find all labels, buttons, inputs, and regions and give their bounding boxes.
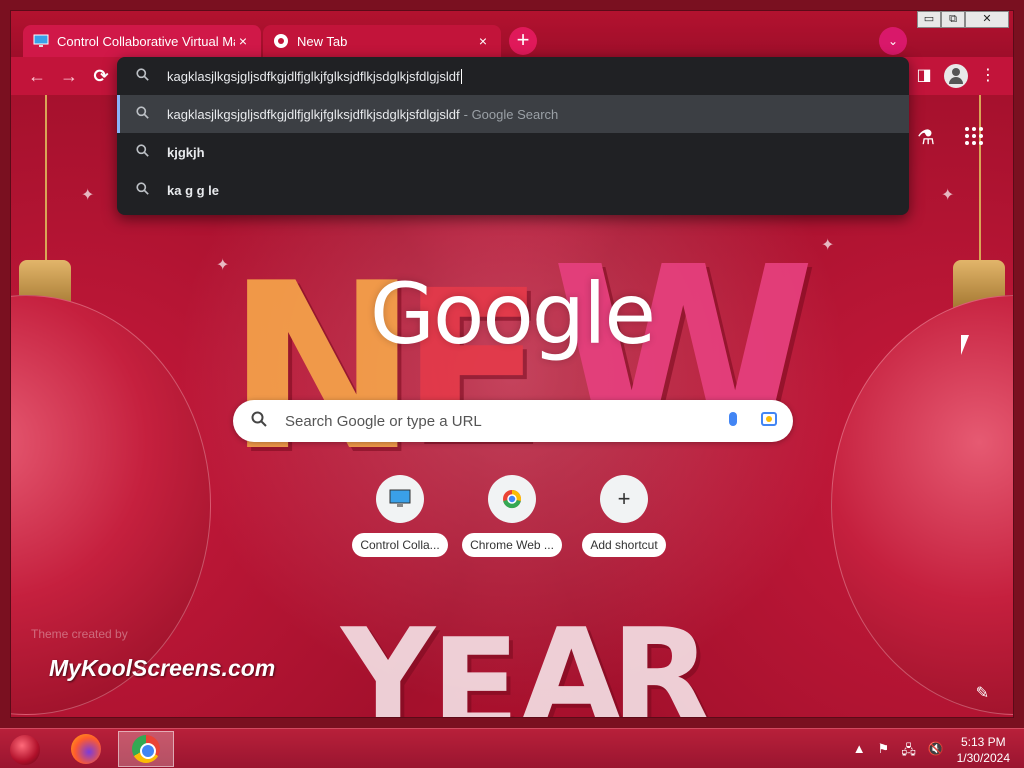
- theme-letter: R: [611, 600, 712, 717]
- close-tab-icon[interactable]: ×: [235, 33, 251, 49]
- suggestion-text: kagklasjlkgsjgljsdfkgjdlfjglkjfglksjdflk…: [167, 106, 460, 122]
- profile-avatar-icon[interactable]: [944, 64, 968, 88]
- google-logo: Google: [369, 265, 656, 363]
- shortcut-label: Control Colla...: [352, 533, 448, 557]
- suggestion-text: ka g g le: [167, 182, 220, 198]
- forward-button[interactable]: →: [57, 64, 81, 88]
- suggestion-row[interactable]: ka g g le: [117, 171, 909, 209]
- suggestion-row[interactable]: kjgkjh: [117, 133, 909, 171]
- ntp-search-box[interactable]: Search Google or type a URL: [233, 400, 793, 442]
- search-placeholder: Search Google or type a URL: [285, 412, 482, 430]
- monitor-icon: [33, 33, 49, 49]
- browser-window: Control Collaborative Virtual Ma × New T…: [10, 10, 1014, 718]
- text-caret: [460, 68, 462, 84]
- network-icon[interactable]: 🖧: [901, 741, 916, 763]
- reload-button[interactable]: ⟳: [89, 64, 113, 88]
- voice-search-icon[interactable]: [715, 411, 751, 431]
- shortcut-add[interactable]: + Add shortcut: [569, 475, 679, 562]
- theme-site-link[interactable]: MyKoolScreens.com: [49, 655, 275, 682]
- ornament-string: [45, 95, 47, 265]
- shortcut-control-collaborative[interactable]: Control Colla...: [345, 475, 455, 562]
- start-button[interactable]: [10, 735, 40, 765]
- maximize-button[interactable]: ⧉: [941, 11, 965, 28]
- close-window-button[interactable]: ✕: [965, 11, 1009, 28]
- window-controls: ▭ ⧉ ✕: [917, 11, 1009, 28]
- system-tray: ▲ ⚑ 🖧 🔇: [853, 741, 944, 763]
- tab-control-collaborative[interactable]: Control Collaborative Virtual Ma ×: [23, 25, 261, 57]
- taskbar-firefox[interactable]: [58, 731, 114, 767]
- system-clock[interactable]: 5:13 PM 1/30/2024: [957, 734, 1010, 766]
- clock-date: 1/30/2024: [956, 751, 1010, 765]
- tab-strip: Control Collaborative Virtual Ma × New T…: [11, 11, 1013, 57]
- action-center-flag-icon[interactable]: ⚑: [878, 741, 890, 763]
- taskbar-chrome[interactable]: [118, 731, 174, 767]
- labs-flask-icon[interactable]: ⚗: [917, 125, 935, 150]
- side-panel-icon[interactable]: ◨: [912, 64, 936, 88]
- search-icon: [117, 68, 167, 84]
- mouse-cursor-icon: [961, 335, 969, 355]
- shortcut-label: Chrome Web ...: [462, 533, 562, 557]
- chrome-icon: [273, 33, 289, 49]
- theme-credit: Theme created by: [31, 627, 128, 641]
- suggestion-text: kjgkjh: [167, 144, 205, 160]
- omnibox-text: kagklasjlkgsjgljsdfkgjdlfjglkjfglksjdflk…: [167, 68, 460, 84]
- sparkle-icon: ✦: [81, 187, 95, 204]
- shortcut-chrome-web-store[interactable]: Chrome Web ...: [457, 475, 567, 562]
- chrome-icon: [132, 735, 160, 763]
- omnibox-input[interactable]: kagklasjlkgsjgljsdfkgjdlfjglkjfglksjdflk…: [117, 57, 909, 95]
- search-icon: [233, 411, 285, 432]
- tab-label: New Tab: [297, 33, 348, 49]
- tab-label: Control Collaborative Virtual Ma: [57, 33, 235, 49]
- omnibox-dropdown: kagklasjlkgsjgljsdfkgjdlfjglkjfglksjdflk…: [117, 57, 909, 215]
- chrome-menu-icon[interactable]: ⋮: [976, 64, 1000, 88]
- back-button[interactable]: ←: [25, 64, 49, 88]
- sparkle-icon: ✦: [821, 237, 835, 254]
- customize-pencil-icon[interactable]: ✎: [976, 683, 989, 703]
- search-icon: [117, 144, 167, 160]
- chrome-web-store-icon: [488, 475, 536, 523]
- theme-letter: E: [431, 610, 520, 717]
- show-hidden-icons-icon[interactable]: ▲: [853, 741, 866, 763]
- new-tab-button[interactable]: +: [509, 27, 537, 55]
- tab-new-tab[interactable]: New Tab ×: [263, 25, 501, 57]
- close-tab-icon[interactable]: ×: [475, 33, 491, 49]
- minimize-button[interactable]: ▭: [917, 11, 941, 28]
- suggestion-row[interactable]: kagklasjlkgsjgljsdfkgjdlfjglkjfglksjdflk…: [117, 95, 909, 133]
- sparkle-icon: ✦: [941, 187, 955, 204]
- shortcut-label: Add shortcut: [582, 533, 666, 557]
- search-icon: [117, 106, 167, 122]
- clock-time: 5:13 PM: [960, 735, 1006, 749]
- google-lens-icon[interactable]: [751, 411, 787, 431]
- volume-muted-icon[interactable]: 🔇: [928, 741, 944, 763]
- search-icon: [117, 182, 167, 198]
- plus-icon: +: [600, 475, 648, 523]
- ornament-string: [979, 95, 981, 265]
- monitor-icon: [376, 475, 424, 523]
- theme-letter: A: [521, 600, 622, 717]
- firefox-icon: [71, 734, 101, 764]
- taskbar: ▲ ⚑ 🖧 🔇 5:13 PM 1/30/2024: [0, 728, 1024, 768]
- tab-search-button[interactable]: ⌄: [879, 27, 907, 55]
- theme-letter: Y: [341, 600, 436, 717]
- suggestion-suffix: - Google Search: [463, 106, 559, 122]
- google-apps-icon[interactable]: [965, 127, 983, 145]
